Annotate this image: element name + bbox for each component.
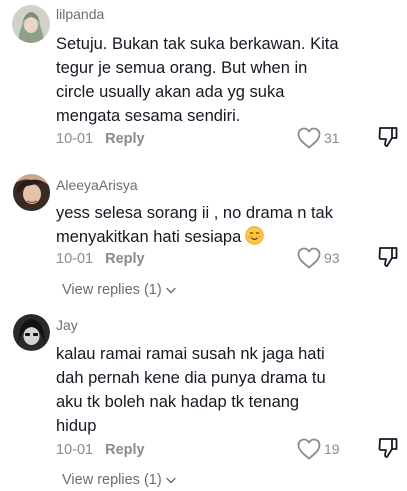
heart-icon bbox=[297, 438, 321, 460]
comment-date: 10-01 bbox=[56, 251, 94, 267]
reply-button[interactable]: Reply bbox=[105, 442, 145, 458]
thumbs-down-icon bbox=[378, 127, 398, 147]
reply-button[interactable]: Reply bbox=[105, 251, 145, 267]
like-count: 31 bbox=[324, 130, 340, 146]
comment-username[interactable]: AleeyaArisya bbox=[56, 177, 138, 193]
like-count: 19 bbox=[324, 441, 340, 457]
heart-icon bbox=[297, 127, 321, 149]
view-replies-button[interactable]: View replies (1) bbox=[62, 472, 176, 488]
like-count: 93 bbox=[324, 250, 340, 266]
comment-meta: 10-01 Reply bbox=[56, 442, 145, 458]
comment-meta: 10-01 Reply bbox=[56, 251, 145, 267]
comment-text: yess selesa sorang ii , no drama n tak m… bbox=[56, 201, 356, 252]
chevron-down-icon bbox=[165, 287, 176, 293]
avatar[interactable] bbox=[12, 5, 50, 43]
user-avatar-image bbox=[13, 314, 50, 351]
comment-text-content: yess selesa sorang ii , no drama n tak m… bbox=[56, 204, 333, 246]
avatar[interactable] bbox=[13, 314, 50, 351]
dislike-button[interactable] bbox=[378, 126, 398, 153]
view-replies-label: View replies (1) bbox=[62, 472, 162, 488]
user-avatar-image bbox=[12, 5, 50, 43]
user-avatar-image bbox=[13, 174, 50, 211]
comment-username[interactable]: lilpanda bbox=[56, 6, 104, 22]
comment-item: AleeyaArisya yess selesa sorang ii , no … bbox=[0, 160, 407, 310]
comment-date: 10-01 bbox=[56, 131, 94, 147]
dislike-button[interactable] bbox=[378, 437, 398, 464]
view-replies-button[interactable]: View replies (1) bbox=[62, 282, 176, 298]
heart-icon bbox=[297, 247, 321, 269]
like-button[interactable]: 93 bbox=[297, 247, 340, 269]
thumbs-down-icon bbox=[378, 247, 398, 267]
comment-text: Setuju. Bukan tak suka berkawan. Kita te… bbox=[56, 35, 339, 125]
comment-item: lilpanda Setuju. Bukan tak suka berkawan… bbox=[0, 0, 407, 160]
like-button[interactable]: 31 bbox=[297, 127, 340, 149]
comment-date: 10-01 bbox=[56, 442, 94, 458]
smiling-face-emoji-icon bbox=[245, 226, 264, 252]
comment-meta: 10-01 Reply bbox=[56, 131, 145, 147]
view-replies-label: View replies (1) bbox=[62, 282, 162, 298]
reply-button[interactable]: Reply bbox=[105, 131, 145, 147]
dislike-button[interactable] bbox=[378, 246, 398, 273]
comment-item: Jay kalau ramai ramai susah nk jaga hati… bbox=[0, 310, 407, 491]
comment-text: kalau ramai ramai susah nk jaga hati dah… bbox=[56, 345, 326, 435]
avatar[interactable] bbox=[13, 174, 50, 211]
thumbs-down-icon bbox=[378, 438, 398, 458]
comment-username[interactable]: Jay bbox=[56, 317, 78, 333]
chevron-down-icon bbox=[165, 477, 176, 483]
like-button[interactable]: 19 bbox=[297, 438, 340, 460]
